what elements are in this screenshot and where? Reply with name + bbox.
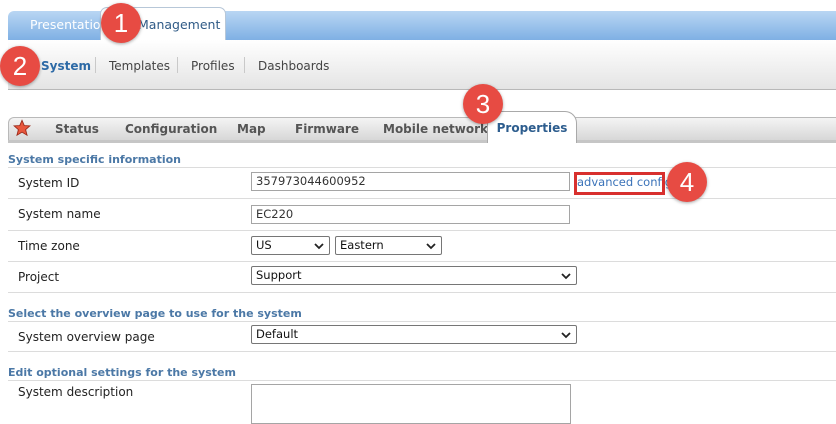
highlight-box [574,172,665,195]
tab-mobile-network[interactable]: Mobile network [383,122,488,136]
chevron-down-icon [426,243,436,250]
subnav-dashboards[interactable]: Dashboards [258,59,329,73]
time-zone-label: Time zone [18,239,80,253]
row-divider [8,351,836,352]
row-divider [8,230,836,231]
favorite-star-icon[interactable] [13,119,31,137]
row-divider [8,380,836,381]
subnav-system[interactable]: System [41,59,91,73]
overview-page-value: Default [256,327,299,341]
tab-status[interactable]: Status [55,122,99,136]
time-zone-country-select[interactable]: US [251,236,330,255]
project-select[interactable]: Support [251,266,577,285]
callout-badge-2: 2 [0,46,40,86]
system-description-textarea[interactable] [251,384,571,424]
chevron-down-icon [314,243,324,250]
overview-page-select[interactable]: Default [251,325,577,344]
time-zone-region-select[interactable]: Eastern [335,236,442,255]
callout-badge-1: 1 [101,3,141,43]
row-divider [8,198,836,199]
tab-firmware[interactable]: Firmware [295,122,359,136]
system-id-label: System ID [18,176,80,190]
callout-badge-3: 3 [463,84,503,124]
row-divider [8,292,836,293]
system-name-label: System name [18,207,101,221]
system-name-field[interactable]: EC220 [251,205,570,224]
chevron-down-icon [561,332,571,339]
project-label: Project [18,270,60,284]
section-heading-system-info: System specific information [8,153,181,166]
tab-properties[interactable]: Properties [487,111,577,143]
chevron-down-icon [561,273,571,280]
time-zone-country-value: US [256,238,272,252]
subnav-profiles[interactable]: Profiles [191,59,235,73]
callout-badge-4: 4 [667,162,707,202]
row-divider [8,321,836,322]
row-divider [8,167,836,168]
project-value: Support [256,268,302,282]
tab-strip-underline [8,140,836,143]
subnav-divider [95,57,96,73]
subnav-templates[interactable]: Templates [109,59,170,73]
overview-page-label: System overview page [18,330,155,344]
section-heading-optional: Edit optional settings for the system [8,366,236,379]
subnav-divider [244,57,245,73]
subnav-divider [177,57,178,73]
section-heading-overview: Select the overview page to use for the … [8,307,302,320]
system-id-field[interactable]: 357973044600952 [251,172,570,191]
time-zone-region-value: Eastern [340,238,384,252]
tab-map[interactable]: Map [237,122,266,136]
tab-configuration[interactable]: Configuration [125,122,217,136]
row-divider [8,261,836,262]
system-description-label: System description [18,385,134,399]
